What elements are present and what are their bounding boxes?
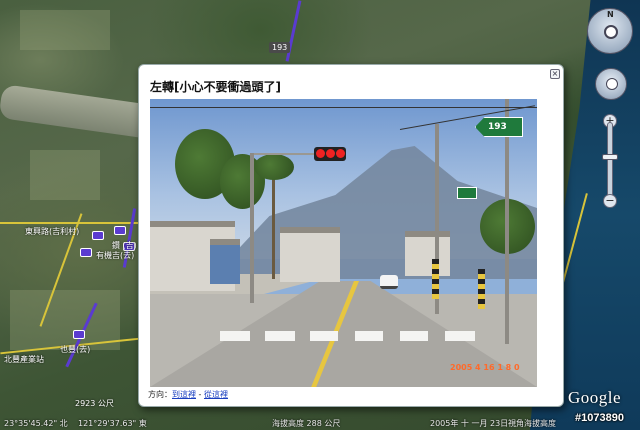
balloon-title: 左轉[小心不要衝過頭了] — [150, 80, 281, 94]
road — [0, 222, 150, 224]
directions-row: 方向：到這裡 - 從這裡 — [148, 389, 228, 400]
elevation-readout: 海拔高度 288 公尺 — [272, 419, 341, 428]
zoom-slider-thumb[interactable] — [602, 154, 618, 160]
longitude-readout: 121°29'37.63" 東 — [78, 419, 147, 428]
directions-separator: - — [196, 390, 204, 399]
map-label-place-4[interactable]: 也豐(去) — [60, 344, 90, 355]
latitude-readout: 23°35'45.42" 北 — [4, 419, 68, 428]
power-line — [150, 107, 537, 108]
street-photo: 193 2005 4 16 1 8 0 — [150, 99, 537, 387]
north-indicator[interactable]: N — [607, 10, 614, 19]
building — [210, 239, 240, 284]
farmland — [20, 10, 110, 50]
route-sign: 193 — [475, 117, 523, 137]
directions-to-here-link[interactable]: 到這裡 — [172, 390, 196, 399]
scale-label: 2923 公尺 — [75, 399, 114, 408]
hand-icon — [606, 78, 618, 90]
photo-timestamp: 2005 4 16 1 8 0 — [450, 363, 520, 372]
bollard — [432, 259, 439, 299]
directions-from-here-link[interactable]: 從這裡 — [204, 390, 228, 399]
crosswalk-stripe — [355, 331, 383, 341]
traffic-light — [314, 147, 346, 161]
bollard — [478, 269, 485, 309]
camera-placemark[interactable] — [80, 248, 92, 257]
move-control[interactable] — [595, 68, 627, 100]
placemark-balloon: 左轉[小心不要衝過頭了] × 193 2005 4 16 1 8 0 方向：到這… — [138, 64, 564, 407]
camera-placemark[interactable] — [114, 226, 126, 235]
palm-fronds — [254, 154, 294, 180]
eye-icon — [604, 25, 618, 39]
building — [405, 231, 450, 276]
look-around-control[interactable]: N — [587, 8, 633, 54]
camera-placemark[interactable] — [73, 330, 85, 339]
eye-altitude-readout: 視角海拔高度 — [508, 419, 556, 428]
route-sign-text: 193 — [488, 122, 507, 132]
status-bar: 23°35'45.42" 北 121°29'37.63" 東 海拔高度 288 … — [0, 416, 640, 430]
car — [380, 275, 398, 289]
signal-pole — [250, 153, 254, 303]
map-label-place-1[interactable]: 東興路(吉利村) — [25, 226, 79, 237]
crosswalk-stripe — [445, 331, 475, 341]
zoom-slider[interactable] — [607, 122, 613, 198]
direction-sign — [457, 187, 477, 199]
farmland — [30, 150, 100, 200]
directions-label: 方向： — [148, 390, 172, 399]
close-icon[interactable]: × — [550, 69, 560, 79]
zoom-out-button[interactable]: − — [603, 194, 617, 208]
crosswalk-stripe — [310, 331, 338, 341]
signal-arm — [254, 153, 316, 155]
building — [280, 227, 340, 282]
imagery-date: 2005年 十 一月 23日 — [430, 419, 509, 428]
camera-placemark[interactable] — [92, 231, 104, 240]
crosswalk-stripe — [265, 331, 295, 341]
crosswalk-stripe — [220, 331, 250, 341]
map-label-place-5[interactable]: 北豐產業站 — [4, 354, 44, 365]
crosswalk-stripe — [400, 331, 428, 341]
palm-tree — [272, 169, 275, 279]
google-logo: Google — [568, 388, 622, 407]
map-label-place-3[interactable]: 有機吉(去) — [96, 250, 134, 261]
route-193-badge: 193 — [269, 42, 291, 53]
